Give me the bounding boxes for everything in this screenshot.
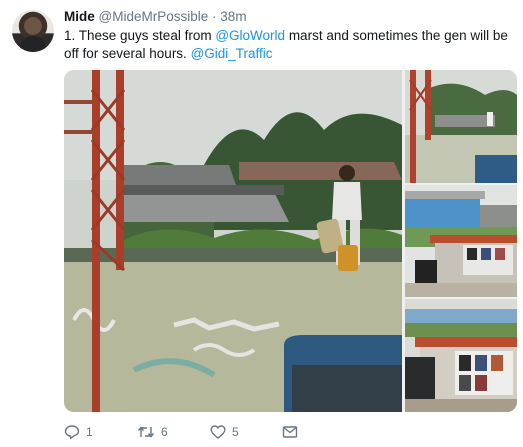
like-action[interactable]: 5 xyxy=(210,423,239,441)
dm-action[interactable] xyxy=(282,423,298,441)
retweet-count: 6 xyxy=(161,425,168,439)
avatar[interactable] xyxy=(12,10,54,52)
photo-side-2[interactable] xyxy=(405,185,517,297)
reply-action[interactable]: 1 xyxy=(64,423,93,441)
envelope-icon xyxy=(282,426,298,438)
media-grid xyxy=(64,70,517,412)
display-name[interactable]: Mide xyxy=(64,9,95,24)
mention-gloworld[interactable]: @GloWorld xyxy=(215,28,285,43)
photo-main[interactable] xyxy=(64,70,402,412)
photo-side-2-image xyxy=(405,185,517,297)
tweet-text-start: 1. These guys steal from xyxy=(64,28,216,43)
like-count: 5 xyxy=(232,425,239,439)
mention-gidi-traffic[interactable]: @Gidi_Traffic xyxy=(191,46,273,61)
tweet-header: Mide @MideMrPossible · 38m xyxy=(64,9,247,24)
retweet-icon xyxy=(137,426,155,438)
photo-side-1[interactable] xyxy=(405,70,517,183)
tweet-text: 1. These guys steal from @GloWorld marst… xyxy=(64,27,509,63)
reply-count: 1 xyxy=(86,425,93,439)
separator-dot: · xyxy=(212,9,217,24)
photo-main-image xyxy=(64,70,402,412)
reply-icon xyxy=(64,425,80,440)
avatar-shirt xyxy=(20,36,46,52)
tweet: Mide @MideMrPossible · 38m 1. These guys… xyxy=(0,0,523,447)
retweet-action[interactable]: 6 xyxy=(137,423,168,441)
photo-side-1-image xyxy=(405,70,517,183)
photo-side-3[interactable] xyxy=(405,299,517,412)
user-handle[interactable]: @MideMrPossible xyxy=(99,9,209,24)
timestamp[interactable]: 38m xyxy=(220,9,246,24)
heart-icon xyxy=(210,425,226,439)
photo-side-3-image xyxy=(405,299,517,412)
